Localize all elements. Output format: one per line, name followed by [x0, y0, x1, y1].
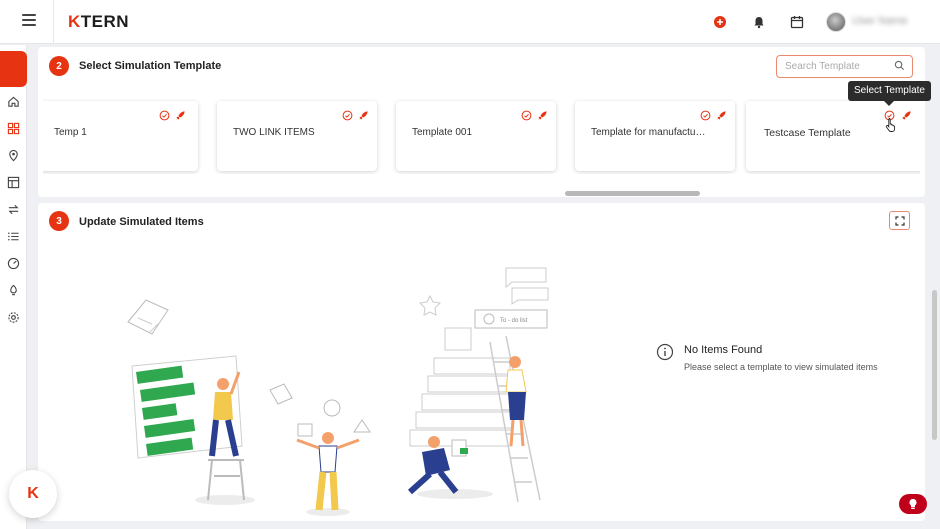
check-circle-icon[interactable] — [521, 110, 532, 121]
lightbulb-icon — [909, 498, 917, 509]
list-icon[interactable] — [7, 230, 20, 243]
panel-title: Select Simulation Template — [79, 60, 222, 72]
expand-icon — [894, 215, 905, 226]
check-circle-icon[interactable] — [700, 110, 711, 121]
empty-state-title: No Items Found — [684, 344, 763, 356]
rocket-icon[interactable] — [901, 110, 912, 121]
todo-label: To - do list — [500, 318, 528, 324]
bell-icon[interactable] — [752, 15, 766, 29]
search-icon[interactable] — [894, 60, 905, 71]
dashboard-grid-icon[interactable] — [7, 122, 20, 135]
template-card[interactable]: Template 001 — [396, 101, 556, 171]
panel-title: Update Simulated Items — [79, 216, 204, 228]
gear-icon[interactable] — [7, 311, 20, 324]
rocket-icon[interactable] — [537, 110, 548, 121]
empty-state-illustration: To - do list — [127, 267, 549, 516]
board-icon[interactable] — [7, 176, 20, 189]
location-icon[interactable] — [7, 149, 20, 162]
user-avatar[interactable] — [826, 12, 846, 32]
menu-icon[interactable] — [22, 14, 36, 26]
step-badge: 3 — [49, 211, 69, 231]
info-icon — [656, 343, 674, 361]
user-name[interactable]: User Name — [852, 15, 908, 27]
gauge-icon[interactable] — [7, 257, 20, 270]
page-scrollbar[interactable] — [932, 290, 937, 440]
template-name: TWO LINK ITEMS — [233, 127, 315, 138]
step-badge: 2 — [49, 56, 69, 76]
carousel-scrollbar[interactable] — [565, 191, 700, 196]
calendar-icon[interactable] — [790, 15, 804, 29]
rocket-icon[interactable] — [175, 110, 186, 121]
home-icon[interactable] — [7, 95, 20, 108]
template-name: Template for manufacturi... — [591, 127, 706, 138]
transfer-icon[interactable] — [7, 203, 20, 216]
sidebar — [0, 45, 27, 529]
sidebar-active-marker[interactable] — [0, 51, 27, 87]
select-template-tooltip: Select Template — [848, 81, 931, 106]
template-card[interactable]: Temp 1 — [43, 101, 198, 171]
ktern-logo[interactable]: KTERN — [68, 12, 129, 32]
template-card[interactable]: Testcase Template — [746, 101, 920, 171]
hand-cursor-icon — [885, 118, 896, 132]
rocket-icon[interactable] — [358, 110, 369, 121]
template-card[interactable]: Template for manufacturi... — [575, 101, 735, 171]
template-carousel[interactable]: Temp 1 TWO LINK ITEMS Template 001 Templ… — [43, 97, 920, 174]
empty-state-subtitle: Please select a template to view simulat… — [684, 362, 878, 372]
rocket-icon[interactable] — [716, 110, 727, 121]
template-name: Template 001 — [412, 127, 473, 138]
expand-button[interactable] — [889, 211, 910, 230]
search-template-input[interactable] — [776, 55, 913, 78]
rocket-icon[interactable] — [7, 284, 20, 297]
check-circle-icon[interactable] — [342, 110, 353, 121]
header-divider — [53, 0, 54, 44]
ktern-assistant-button[interactable]: K — [9, 470, 57, 518]
top-header: KTERN User Name — [0, 0, 940, 44]
template-name: Temp 1 — [54, 127, 87, 138]
help-button[interactable] — [899, 494, 927, 514]
check-circle-icon[interactable] — [159, 110, 170, 121]
template-card[interactable]: TWO LINK ITEMS — [217, 101, 377, 171]
add-icon[interactable] — [713, 15, 727, 29]
template-name: Testcase Template — [764, 127, 851, 139]
